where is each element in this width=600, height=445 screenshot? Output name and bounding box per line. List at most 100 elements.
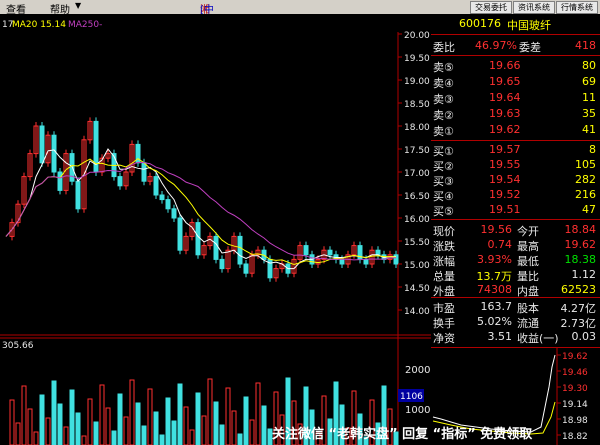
volume-tick-2000: 2000	[405, 365, 430, 376]
order-label: 卖⑤	[433, 61, 454, 74]
candle-body	[177, 217, 183, 251]
volume-bar	[219, 424, 225, 445]
order-price: 19.66	[489, 59, 521, 72]
candle-body	[219, 258, 225, 270]
volume-bar	[57, 403, 63, 445]
commission-ratio-label: 委比	[433, 41, 455, 54]
buy-row: 买② 19.55 105	[431, 158, 600, 173]
stat-label: 今开	[517, 225, 539, 238]
buy-row: 买① 19.57 8	[431, 143, 600, 158]
order-label: 买①	[433, 145, 454, 158]
volume-bar	[177, 383, 183, 445]
divider	[431, 140, 600, 141]
watermark-text: 关注微信 “老韩实盘” 回复 “指标” 免费领取	[272, 427, 533, 442]
commission-ratio: 46.97%	[475, 39, 517, 52]
buy-row: 买⑤ 19.51 47	[431, 203, 600, 218]
volume-bar	[39, 394, 45, 445]
stat-label: 收益(一)	[517, 332, 559, 345]
mini-tick-label: 18.82	[562, 432, 588, 442]
finance-row: 净资 3.51 收益(一) 0.03	[431, 330, 600, 345]
volume-bar	[111, 430, 117, 445]
quote-panel: 600176 中国玻纤 委比 46.97% 委差 418 卖⑤ 19.66 80 卖④…	[431, 14, 600, 445]
volume-bar	[117, 393, 123, 445]
divider	[431, 55, 600, 56]
sell-row: 卖③ 19.64 11	[431, 91, 600, 106]
stat-label: 流通	[517, 317, 539, 330]
stat-value: 4.27亿	[560, 302, 597, 315]
stock-name: 中国玻纤	[507, 19, 551, 32]
order-volume: 47	[582, 203, 596, 216]
order-label: 卖④	[433, 77, 454, 90]
stat-value: 163.7	[480, 300, 513, 313]
quote-stat-row: 涨幅 3.93% 最低 18.38	[431, 253, 600, 268]
stat-label: 量比	[517, 270, 539, 283]
order-volume: 69	[582, 75, 596, 88]
stat-value: 19.56	[480, 223, 513, 236]
stat-label: 涨幅	[433, 255, 455, 268]
candle-body	[51, 134, 57, 173]
price-tick-label: 16.50	[404, 192, 430, 202]
volume-label: 305.66	[2, 341, 34, 351]
volume-bar	[159, 434, 165, 445]
candle-body	[195, 222, 201, 256]
volume-bar	[243, 396, 249, 445]
mini-tick-label: 19.62	[562, 352, 588, 362]
price-tick-label: 18.50	[404, 100, 430, 110]
trade-button[interactable]: 交易委托	[470, 1, 512, 14]
volume-box-value: 1106	[400, 392, 423, 402]
order-price: 19.55	[489, 158, 521, 171]
order-price: 19.54	[489, 173, 521, 186]
order-label: 卖③	[433, 93, 454, 106]
volume-bar	[165, 397, 171, 445]
candle-body	[213, 235, 219, 260]
order-price: 19.65	[489, 75, 521, 88]
divider	[431, 34, 600, 35]
sell-row: 卖② 19.63 35	[431, 107, 600, 122]
sell-row: 卖① 19.62 41	[431, 123, 600, 138]
volume-bar	[135, 402, 141, 445]
order-volume: 11	[582, 91, 596, 104]
candle-body	[117, 176, 123, 187]
candle-body	[153, 176, 159, 196]
volume-bar	[93, 421, 99, 445]
order-volume: 35	[582, 107, 596, 120]
commission-diff: 418	[575, 39, 596, 52]
stat-value: 3.93%	[477, 253, 512, 266]
candle-body	[243, 263, 249, 274]
divider	[431, 219, 600, 220]
stat-value: 0.74	[487, 238, 513, 251]
kline-chart[interactable]: 17 MA20 15.14 MA250- 20.0019.5019.0018.5…	[0, 14, 431, 445]
stat-label: 总量	[433, 270, 455, 283]
stat-label: 市盈	[433, 302, 455, 315]
candle-body	[237, 235, 243, 265]
stat-value: 62523	[561, 283, 596, 296]
mini-tick-label: 19.46	[562, 368, 588, 378]
quote-stat-row: 总量 13.7万 量比 1.12	[431, 268, 600, 283]
buy-row: 买③ 19.54 282	[431, 173, 600, 188]
candle-body	[165, 199, 171, 210]
price-tick-label: 17.00	[404, 169, 430, 179]
info-button[interactable]: 资讯系统	[513, 1, 555, 14]
order-volume: 80	[582, 59, 596, 72]
stat-label: 涨跌	[433, 240, 455, 253]
order-label: 卖②	[433, 109, 454, 122]
candle-body	[339, 258, 345, 265]
order-label: 买④	[433, 190, 454, 203]
price-tick-label: 17.50	[404, 146, 430, 156]
stat-value: 19.62	[564, 238, 597, 251]
order-price: 19.64	[489, 91, 521, 104]
menu-help-arrow-icon[interactable]: ▼	[75, 1, 81, 10]
order-volume: 105	[575, 158, 596, 171]
price-tick-label: 16.00	[404, 215, 430, 225]
market-button[interactable]: 行情系统	[556, 1, 598, 14]
stat-value: 3.51	[487, 330, 513, 343]
volume-bar	[195, 392, 201, 445]
divider	[431, 297, 600, 298]
price-tick-label: 19.00	[404, 77, 430, 87]
mini-tick-label: 18.98	[562, 416, 588, 426]
stat-value: 18.84	[564, 223, 597, 236]
order-price: 19.52	[489, 188, 521, 201]
volume-bar	[261, 405, 267, 445]
finance-row: 市盈 163.7 股本 4.27亿	[431, 300, 600, 315]
price-tick-label: 15.50	[404, 238, 430, 248]
